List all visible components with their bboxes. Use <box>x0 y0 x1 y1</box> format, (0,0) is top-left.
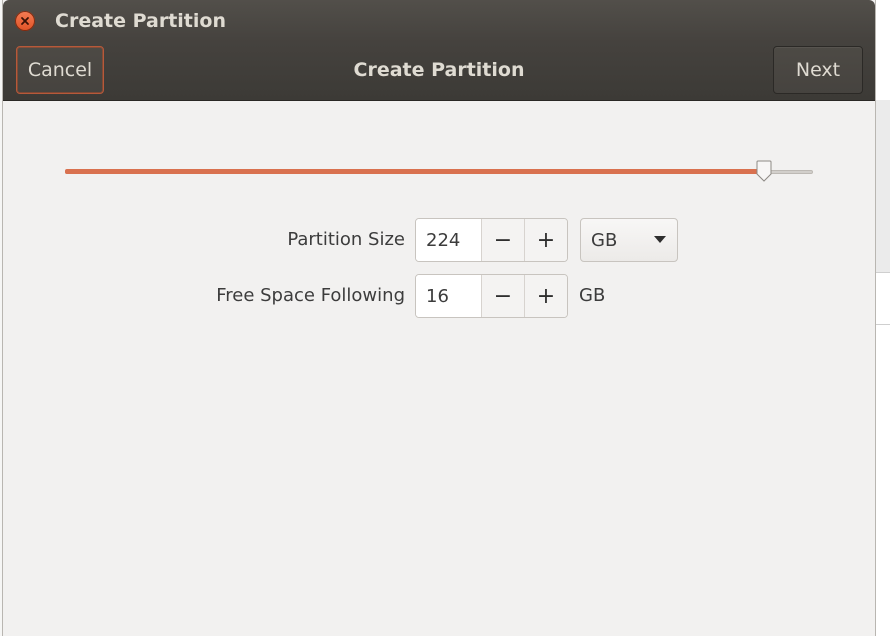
headerbar-title: Create Partition <box>353 59 525 81</box>
close-icon[interactable] <box>15 11 35 31</box>
unit-dropdown[interactable]: GB <box>580 218 678 262</box>
free-space-label: Free Space Following <box>216 285 405 306</box>
content-area: Partition Size 224 − + GB Free Space Fol… <box>3 101 875 636</box>
partition-size-row: Partition Size 224 − + GB <box>3 218 875 262</box>
partition-size-input[interactable]: 224 <box>416 219 481 261</box>
partition-size-increment-button[interactable]: + <box>524 219 567 261</box>
free-space-spinner[interactable]: 16 − + <box>415 274 568 318</box>
partition-size-spinner[interactable]: 224 − + <box>415 218 568 262</box>
partition-size-decrement-button[interactable]: − <box>481 219 524 261</box>
free-space-row: Free Space Following 16 − + GB <box>3 274 875 318</box>
free-space-decrement-button[interactable]: − <box>481 275 524 317</box>
titlebar: Create Partition <box>3 0 875 42</box>
size-slider-handle[interactable] <box>755 160 773 182</box>
window-title: Create Partition <box>55 10 226 32</box>
headerbar: Cancel Create Partition Next <box>3 42 875 101</box>
size-slider-fill <box>65 169 764 174</box>
background-window <box>876 0 890 636</box>
chevron-down-icon <box>654 236 666 243</box>
partition-size-label: Partition Size <box>287 229 405 250</box>
create-partition-dialog: Create Partition Cancel Create Partition… <box>2 0 876 636</box>
free-space-unit: GB <box>579 285 606 306</box>
free-space-input[interactable]: 16 <box>416 275 481 317</box>
free-space-increment-button[interactable]: + <box>524 275 567 317</box>
unit-dropdown-value: GB <box>591 229 618 251</box>
next-button[interactable]: Next <box>773 46 863 94</box>
